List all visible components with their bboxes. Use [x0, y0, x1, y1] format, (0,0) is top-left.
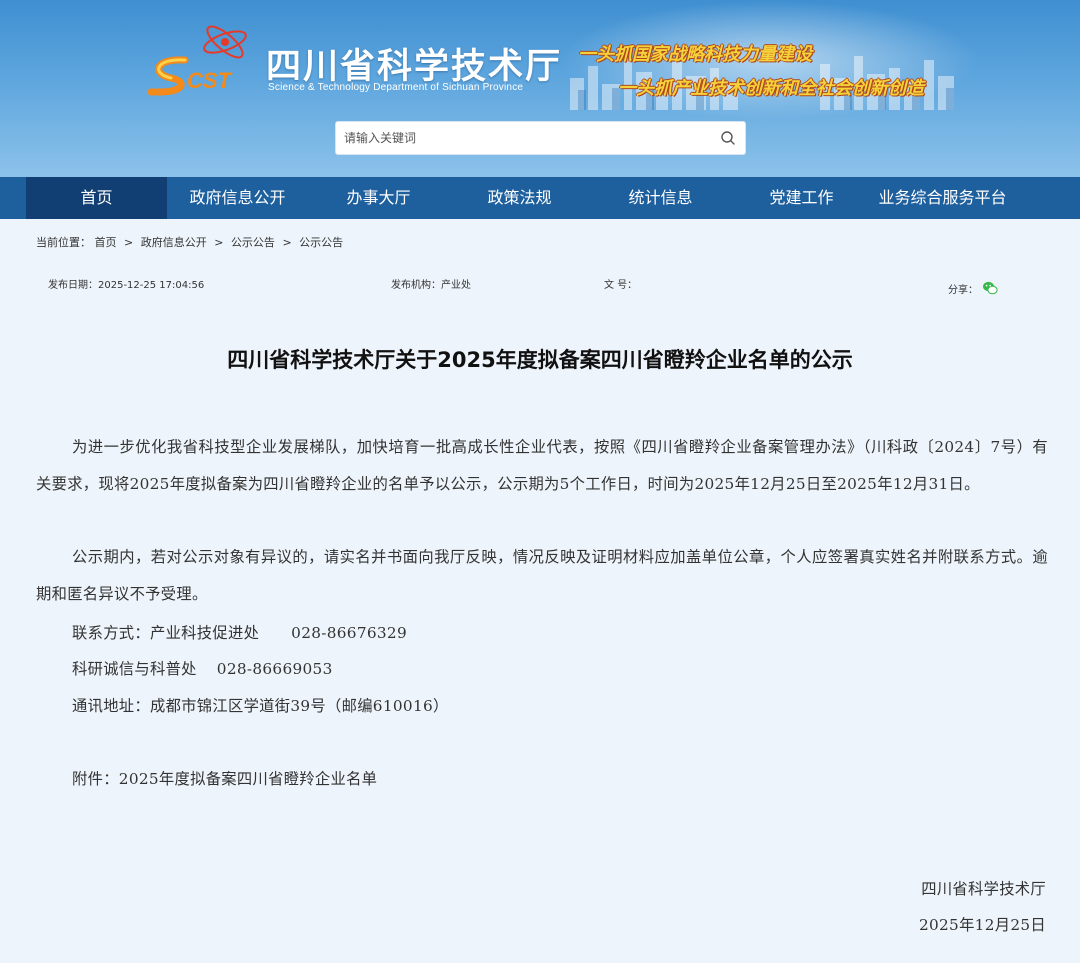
nav-item-home[interactable]: 首页 — [26, 177, 167, 219]
publish-date: 发布日期：2025-12-25 17:04:56 — [48, 276, 204, 291]
breadcrumb-separator: > — [124, 236, 134, 249]
search-icon[interactable] — [720, 130, 736, 146]
breadcrumb: 当前位置： 首页 > 政府信息公开 > 公示公告 > 公示公告 — [36, 234, 343, 250]
document-number: 文 号： — [604, 276, 637, 291]
breadcrumb-separator: > — [214, 236, 224, 249]
contact-line-1: 联系方式：产业科技促进处 028-86676329 — [72, 621, 407, 643]
contact-2-phone: 028-86669053 — [216, 660, 333, 678]
document-number-label: 文 号： — [604, 280, 638, 291]
contact-1-phone: 028-86676329 — [291, 624, 407, 642]
nav-item-service-hall[interactable]: 办事大厅 — [308, 177, 449, 219]
main-nav: 首页 政府信息公开 办事大厅 政策法规 统计信息 党建工作 业务综合服务平台 — [0, 177, 1080, 219]
attachment-link[interactable]: 附件：2025年度拟备案四川省瞪羚企业名单 — [72, 767, 377, 789]
breadcrumb-label: 当前位置： — [36, 236, 91, 249]
breadcrumb-notice[interactable]: 公示公告 — [231, 236, 275, 249]
article-paragraph-1: 为进一步优化我省科技型企业发展梯队，加快培育一批高成长性企业代表，按照《四川省瞪… — [36, 438, 1048, 493]
breadcrumb-gov-info[interactable]: 政府信息公开 — [141, 236, 207, 249]
publish-org-value: 产业处 — [441, 280, 471, 291]
nav-item-party-building[interactable]: 党建工作 — [731, 177, 872, 219]
search-box — [335, 121, 746, 155]
svg-text:CST: CST — [187, 68, 233, 93]
wechat-icon[interactable] — [982, 280, 998, 296]
slogan-line-1: 一头抓国家战略科技力量建设 — [578, 44, 812, 65]
scst-logo: CST — [147, 25, 247, 96]
site-header: CST 四川省科学技术厅 Science & Technology Depart… — [0, 0, 1080, 177]
publish-org-label: 发布机构： — [391, 280, 441, 291]
signature-date: 2025年12月25日 — [918, 916, 1046, 934]
slogan-line-2: 一头抓产业技术创新和全社会创新创造 — [618, 78, 924, 99]
share-bar: 分享： — [948, 280, 998, 296]
contact-2-label: 科研诚信与科普处 — [72, 660, 197, 678]
signature-org: 四川省科学技术厅 — [921, 880, 1046, 898]
article-paragraph-2: 公示期内，若对公示对象有异议的，请实名并书面向我厅反映，情况反映及证明材料应加盖… — [36, 548, 1048, 603]
breadcrumb-separator: > — [282, 236, 292, 249]
publish-org: 发布机构：产业处 — [391, 276, 471, 291]
nav-item-service-platform[interactable]: 业务综合服务平台 — [872, 177, 1013, 219]
nav-item-statistics[interactable]: 统计信息 — [590, 177, 731, 219]
breadcrumb-notice-current[interactable]: 公示公告 — [299, 236, 343, 249]
contact-line-2: 科研诚信与科普处 028-86669053 — [72, 657, 333, 679]
publish-date-value: 2025-12-25 17:04:56 — [98, 280, 205, 291]
nav-item-policy[interactable]: 政策法规 — [449, 177, 590, 219]
nav-item-gov-info[interactable]: 政府信息公开 — [167, 177, 308, 219]
breadcrumb-home[interactable]: 首页 — [95, 236, 117, 249]
article-title: 四川省科学技术厅关于2025年度拟备案四川省瞪羚企业名单的公示 — [227, 348, 853, 372]
search-input[interactable] — [344, 122, 714, 154]
share-label: 分享： — [948, 284, 978, 296]
site-subtitle: Science & Technology Department of Sichu… — [268, 82, 524, 93]
mailing-address: 通讯地址：成都市锦江区学道街39号（邮编610016） — [72, 697, 449, 715]
publish-date-label: 发布日期： — [48, 280, 98, 291]
contact-1-label: 联系方式：产业科技促进处 — [72, 624, 260, 642]
